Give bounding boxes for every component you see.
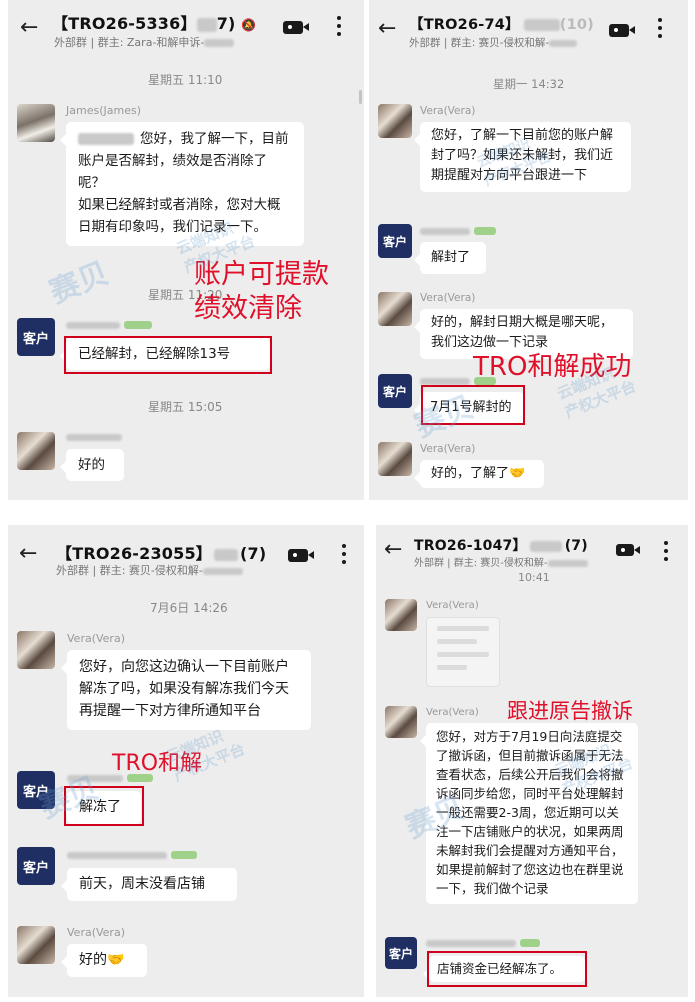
more-vertical-icon[interactable] [342, 544, 346, 568]
back-arrow-icon[interactable]: ← [20, 17, 38, 39]
timestamp: 星期五 15:05 [148, 400, 223, 414]
avatar-customer[interactable]: 客户 [378, 224, 412, 258]
message-bubble: 好的 [60, 449, 124, 482]
chat-subtitle: 外部群 | 群主: 赛贝-侵权和解- [56, 562, 243, 578]
watermark: 赛贝 [44, 255, 114, 311]
avatar-customer[interactable]: 客户 [17, 847, 55, 885]
sender-name: Vera(Vera) [420, 105, 476, 117]
sender-name-blurred [426, 938, 540, 949]
chat-panel-tro26-74: ← 【TRO26-74】 (10) 外部群 | 群主: 赛贝-侵权和解- 星期一 … [369, 0, 688, 500]
chat-panel-tro26-1047: ← TRO26-1047】 (7) 外部群 | 群主: 赛贝-侵权和解- 10:4… [376, 525, 688, 997]
timestamp: 星期一 14:32 [493, 77, 565, 91]
scrollbar[interactable] [359, 90, 362, 104]
chat-header: ← TRO26-1047】 (7) 外部群 | 群主: 赛贝-侵权和解- [376, 525, 688, 577]
timestamp: 7月6日 14:26 [150, 601, 228, 615]
chat-subtitle: 外部群 | 群主: 赛贝-侵权和解- [409, 35, 578, 50]
chat-title: 【TRO26-23055】 (7) [56, 544, 267, 563]
avatar-vera[interactable] [17, 926, 55, 964]
sender-name: Vera(Vera) [67, 632, 125, 645]
message-bubble: 好的🤝 [61, 944, 147, 977]
avatar-sender[interactable] [17, 432, 55, 470]
timestamp: 10:41 [518, 571, 550, 584]
image-thumbnail[interactable] [426, 617, 500, 687]
more-vertical-icon[interactable] [658, 18, 662, 42]
chat-title: 【TRO26-5336】 7) 🔕 [52, 14, 257, 33]
avatar-customer[interactable]: 客户 [385, 937, 417, 969]
chat-title: TRO26-1047】 (7) [414, 538, 588, 554]
sender-name-blurred [66, 320, 152, 331]
annotation-label: 账户可提款 绩效清除 [194, 259, 329, 324]
chat-subtitle: 外部群 | 群主: Zara-和解申诉- [54, 34, 235, 50]
sender-name: Vera(Vera) [67, 926, 125, 939]
chat-panel-tro26-5336: ← 【TRO26-5336】 7) 🔕 外部群 | 群主: Zara-和解申诉- … [8, 0, 364, 500]
avatar-vera[interactable] [378, 442, 412, 476]
chat-subtitle: 外部群 | 群主: 赛贝-侵权和解- [414, 554, 588, 569]
video-call-icon[interactable] [609, 24, 635, 37]
back-arrow-icon[interactable]: ← [384, 539, 402, 561]
avatar-james[interactable] [17, 104, 55, 142]
video-call-icon[interactable] [288, 549, 314, 562]
avatar-vera[interactable] [17, 631, 55, 669]
mute-icon: 🔕 [241, 18, 257, 32]
sender-name-blurred [66, 432, 122, 443]
avatar-customer[interactable]: 客户 [378, 374, 412, 408]
chat-title: 【TRO26-74】 (10) [409, 17, 594, 33]
chat-header: ← 【TRO26-74】 (10) 外部群 | 群主: 赛贝-侵权和解- [369, 0, 688, 52]
chat-header: ← 【TRO26-23055】 (7) 外部群 | 群主: 赛贝-侵权和解- [8, 525, 364, 577]
sender-name: Vera(Vera) [420, 292, 476, 304]
video-call-icon[interactable] [616, 544, 640, 556]
chat-header: ← 【TRO26-5336】 7) 🔕 外部群 | 群主: Zara-和解申诉- [8, 0, 364, 52]
timestamp: 星期五 11:10 [148, 73, 223, 87]
message-bubble: 好的，了解了🤝 [414, 460, 544, 488]
message-bubble: 前天，周末没看店铺 [61, 868, 237, 901]
avatar-vera[interactable] [385, 706, 417, 738]
sender-name: Vera(Vera) [426, 600, 479, 611]
message-bubble: 解封了 [414, 242, 486, 274]
sender-name: Vera(Vera) [426, 707, 479, 718]
highlight-box [64, 336, 272, 374]
avatar-vera[interactable] [378, 292, 412, 326]
avatar-customer[interactable]: 客户 [17, 318, 55, 356]
video-call-icon[interactable] [283, 21, 309, 34]
highlight-box [427, 951, 587, 987]
avatar-vera[interactable] [385, 599, 417, 631]
message-bubble: 您好，我了解一下，目前账户是否解封，绩效是否消除了呢？ 如果已经解封或者消除，您… [60, 122, 304, 246]
sender-name-blurred [420, 226, 496, 237]
message-bubble: 您好，向您这边确认一下目前账户解冻了吗，如果没有解冻我们今天再提醒一下对方律所通… [61, 650, 311, 730]
sender-name: James(James) [66, 104, 141, 117]
back-arrow-icon[interactable]: ← [378, 18, 396, 40]
back-arrow-icon[interactable]: ← [19, 543, 37, 565]
avatar-vera[interactable] [378, 104, 412, 138]
more-vertical-icon[interactable] [337, 16, 341, 40]
annotation-label: 跟进原告撤诉 [507, 699, 633, 723]
watermark: 云端知识 产权大平台 [163, 726, 248, 785]
sender-name-blurred [67, 850, 197, 861]
sender-name: Vera(Vera) [420, 443, 476, 455]
more-vertical-icon[interactable] [664, 541, 668, 565]
chat-panel-tro26-23055: ← 【TRO26-23055】 (7) 外部群 | 群主: 赛贝-侵权和解- 7月… [8, 525, 364, 997]
